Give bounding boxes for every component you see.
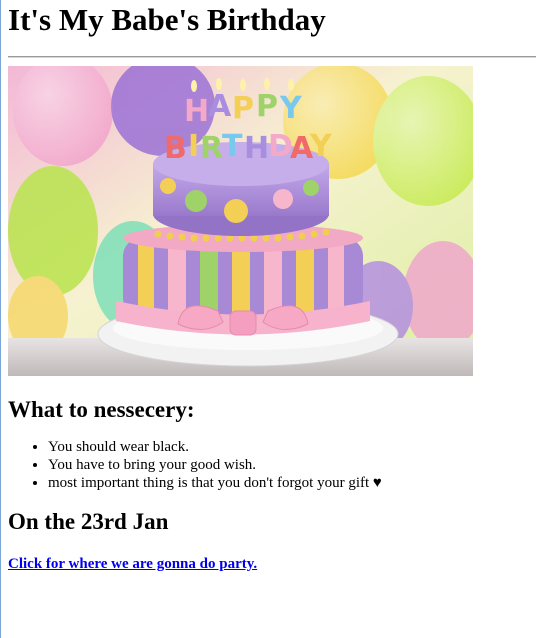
list-item: You should wear black. [48, 438, 528, 456]
requirements-list: You should wear black. You have to bring… [8, 438, 528, 492]
list-item: most important thing is that you don't f… [48, 474, 528, 492]
party-location-link[interactable]: Click for where we are gonna do party. [8, 556, 257, 573]
page-title: It's My Babe's Birthday [8, 2, 326, 37]
svg-text:R: R [200, 131, 223, 166]
date-heading: On the 23rd Jan [8, 509, 169, 534]
svg-text:H: H [184, 94, 209, 129]
svg-text:Y: Y [309, 129, 333, 164]
svg-text:P: P [232, 91, 254, 126]
svg-text:A: A [208, 89, 232, 124]
birthday-cake-image: H A P P Y B I R T H D A Y [8, 66, 473, 376]
svg-text:H: H [244, 131, 269, 166]
svg-text:B: B [164, 131, 187, 166]
page-content: It's My Babe's Birthday H A P P Y B I R … [0, 0, 536, 573]
window-left-edge [0, 0, 1, 638]
section-heading: What to nessecery: [8, 397, 195, 422]
svg-text:P: P [256, 89, 278, 124]
list-item: You have to bring your good wish. [48, 456, 528, 474]
svg-text:Y: Y [279, 91, 303, 126]
title-divider [8, 56, 536, 58]
svg-text:T: T [222, 129, 243, 164]
svg-text:I: I [188, 129, 199, 164]
